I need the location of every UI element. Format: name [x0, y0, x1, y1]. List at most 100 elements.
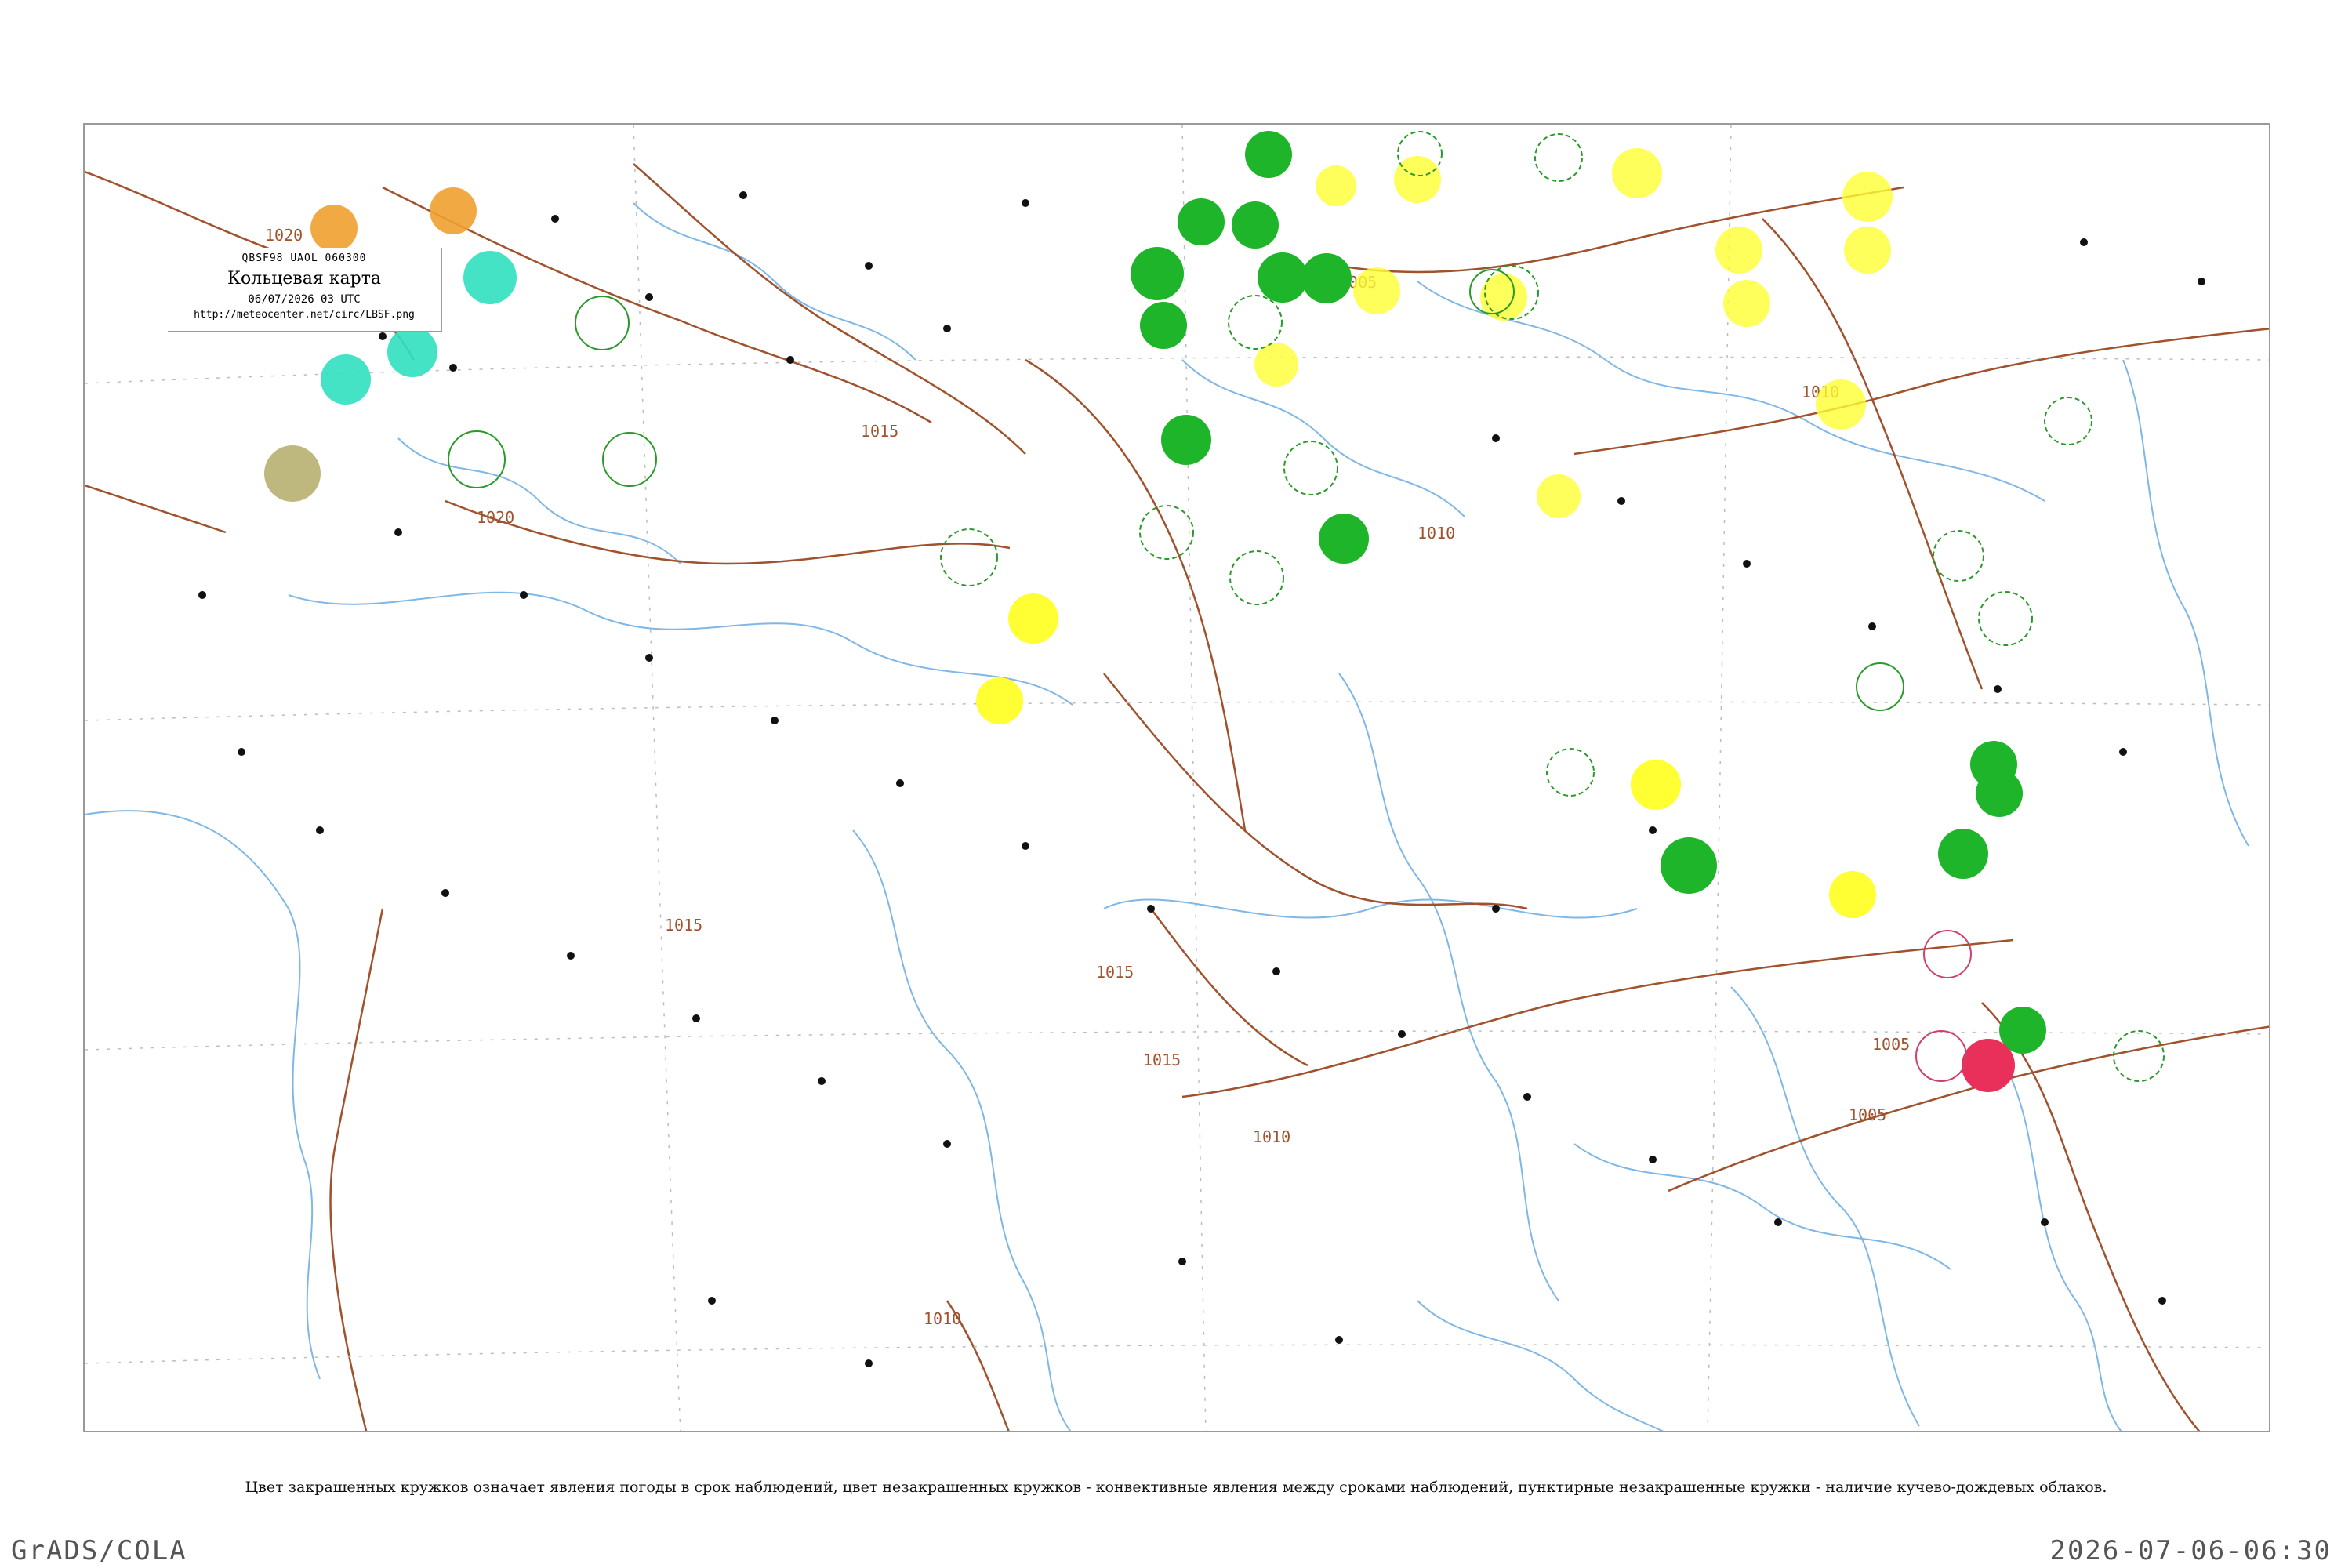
station-marker [1398, 1030, 1406, 1038]
cyan-phenomena-circle [387, 327, 437, 377]
station-marker [567, 952, 575, 960]
station-marker [379, 332, 387, 340]
isobar-label: 1015 [665, 916, 702, 935]
cyan-phenomena-circle [321, 354, 371, 405]
source-url[interactable]: http://meteocenter.net/circ/LBSF.png [168, 309, 441, 321]
isobar-label: 1005 [1872, 1035, 1910, 1054]
station-marker [818, 1077, 826, 1085]
station-marker [1272, 967, 1280, 975]
station-marker [238, 748, 245, 756]
station-marker [786, 356, 794, 364]
isobar-label: 1010 [924, 1309, 961, 1328]
yellow-phenomena-circle [1394, 156, 1441, 203]
green-phenomena-circle [1131, 247, 1184, 300]
yellow-phenomena-circle [976, 677, 1023, 724]
station-marker [896, 779, 904, 787]
orange-phenomena-circle [430, 187, 477, 234]
station-marker [1523, 1093, 1531, 1101]
dashed-cb-circle [1139, 505, 1194, 560]
station-marker [1022, 842, 1029, 850]
station-marker [692, 1014, 700, 1022]
yellow-phenomena-circle [1353, 267, 1400, 314]
station-marker [708, 1297, 716, 1305]
station-marker [943, 325, 951, 332]
dashed-cb-circle [2044, 397, 2092, 445]
orange-phenomena-circle [310, 205, 358, 252]
yellow-phenomena-circle [1844, 227, 1891, 274]
dashed-cb-circle [940, 528, 998, 586]
map-title: Кольцевая карта [227, 269, 381, 289]
dashed-cb-circle [1283, 441, 1338, 495]
station-marker [449, 364, 457, 372]
station-marker [1868, 622, 1876, 630]
isobar-label: 1010 [1253, 1127, 1290, 1146]
yellow-phenomena-circle [1829, 871, 1876, 918]
yellow-phenomena-circle [1816, 379, 1866, 430]
green-phenomena-circle [1976, 770, 2023, 817]
isobar-label: 1015 [1143, 1051, 1181, 1069]
bulletin-code: QBSF98 UAOL 060300 [241, 252, 367, 264]
yellow-phenomena-circle [1715, 227, 1762, 274]
open-convective-circle [448, 430, 506, 488]
green-phenomena-circle [1245, 131, 1292, 178]
yellow-phenomena-circle [1008, 593, 1058, 644]
isobar-label: 1005 [1849, 1105, 1886, 1124]
open-convective-circle [602, 432, 657, 487]
station-marker [1335, 1336, 1343, 1344]
green-phenomena-circle [1661, 837, 1717, 894]
station-marker [1617, 497, 1625, 505]
dashed-cb-circle [1978, 591, 2033, 646]
synoptic-map: 1020 1020 1015 1015 1015 1010 1010 1005 … [83, 123, 2270, 1432]
station-marker [645, 293, 653, 301]
dashed-cb-circle [1933, 530, 1984, 582]
green-phenomena-circle [1232, 201, 1279, 249]
dashed-cb-circle [1546, 748, 1595, 797]
station-marker [198, 591, 206, 599]
station-marker [2158, 1297, 2166, 1305]
dashed-cb-circle [1534, 133, 1583, 182]
station-marker [943, 1140, 951, 1148]
red-phenomena-circle [1962, 1039, 2015, 1092]
station-marker [441, 889, 449, 897]
open-convective-circle-pink [1923, 930, 1972, 978]
station-marker [865, 1359, 873, 1367]
yellow-phenomena-circle [1723, 280, 1770, 327]
station-marker [739, 191, 747, 199]
green-phenomena-circle [1319, 514, 1369, 564]
yellow-phenomena-circle [1537, 474, 1581, 518]
rivers-layer [85, 202, 2249, 1431]
isobar-label: 1015 [861, 422, 898, 441]
station-marker [551, 215, 559, 223]
station-marker [1649, 826, 1657, 834]
open-convective-circle [1856, 662, 1904, 711]
open-convective-circle-pink [1915, 1030, 1967, 1082]
phenomena-circles [264, 131, 2046, 1092]
observation-date: 06/07/2026 03 UTC [248, 293, 361, 306]
station-marker [1774, 1218, 1782, 1226]
grads-credit: GrADS/COLA [11, 1535, 187, 1566]
dashed-cb-circle [1228, 295, 1283, 350]
cyan-phenomena-circle [463, 251, 517, 304]
station-marker [1178, 1258, 1186, 1265]
yellow-phenomena-circle [1316, 165, 1356, 206]
green-phenomena-circle [1258, 252, 1308, 303]
station-marker [2080, 238, 2088, 246]
station-marker [1492, 905, 1500, 913]
station-marker [1147, 905, 1155, 913]
station-marker [2198, 278, 2205, 285]
station-marker [2041, 1218, 2049, 1226]
isobar-label: 1020 [265, 226, 303, 245]
green-phenomena-circle [1301, 253, 1352, 303]
station-marker [2119, 748, 2127, 756]
map-header: QBSF98 UAOL 060300 Кольцевая карта 06/07… [168, 248, 442, 332]
isobar-label: 1010 [1417, 524, 1455, 543]
green-phenomena-circle [1178, 198, 1225, 245]
station-marker [1994, 685, 2002, 693]
map-caption: Цвет закрашенных кружков означает явлени… [245, 1479, 2107, 1496]
station-marker [1743, 560, 1751, 568]
open-convective-circle [575, 296, 630, 350]
yellow-phenomena-circle [1842, 172, 1893, 222]
station-marker [1492, 434, 1500, 442]
station-marker [771, 717, 779, 724]
station-marker [1022, 199, 1029, 207]
